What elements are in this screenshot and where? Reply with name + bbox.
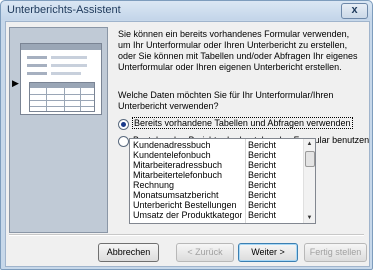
forms-reports-list[interactable]: Kundenadressbuch Bericht Kundentelefonbu… [129,138,316,224]
item-type: Bericht [248,190,277,200]
scroll-up-icon[interactable]: ▲ [304,139,315,149]
next-button[interactable]: Weiter > [238,243,298,262]
wizard-body: ▶ Sie können ein bereits vorhandenes For… [5,21,370,267]
item-name: Rechnung [133,180,175,190]
scroll-thumb[interactable] [305,151,315,167]
list-item[interactable]: Monatsumsatzbericht Bericht [130,190,304,200]
close-button[interactable]: x [341,3,368,19]
list-item[interactable]: Mitarbeiteradressbuch Bericht [130,160,304,170]
window-title: Unterberichts-Assistent [7,4,121,16]
item-name: Kundenadressbuch [133,140,211,150]
item-type: Bericht [248,170,277,180]
item-name: Umsatz der Produktkategorie [133,210,242,220]
vertical-scrollbar[interactable]: ▲ ▼ [303,139,315,223]
item-name: Unterbericht Bestellungen [133,200,237,210]
item-name: Mitarbeitertelefonbuch [133,170,223,180]
item-type: Bericht [248,180,277,190]
title-bar[interactable]: Unterberichts-Assistent x [1,1,372,20]
subform-preview-icon [20,43,102,115]
item-name: Mitarbeiteradressbuch [133,160,223,170]
question-text: Welche Daten möchten Sie für Ihr Unterfo… [118,90,334,111]
item-type: Bericht [248,200,277,210]
item-type: Bericht [248,210,277,220]
item-type: Bericht [248,160,277,170]
list-item[interactable]: Rechnung Bericht [130,180,304,190]
radio-button-selected[interactable] [118,119,129,130]
close-icon: x [351,4,358,16]
option-label: Bereits vorhandene Tabellen und Abfragen… [132,117,353,129]
cancel-button[interactable]: Abbrechen [98,243,159,262]
intro-text: Sie können ein bereits vorhandenes Formu… [118,29,358,72]
wizard-window: Unterberichts-Assistent x ▶ Sie können e… [0,0,373,270]
button-divider [9,234,364,236]
scroll-down-icon[interactable]: ▼ [304,213,315,223]
item-type: Bericht [248,140,277,150]
list-item[interactable]: Unterbericht Bestellungen Bericht [130,200,304,210]
pointer-arrow-icon: ▶ [12,78,19,88]
back-button[interactable]: < Zurück [176,243,234,262]
list-item[interactable]: Mitarbeitertelefonbuch Bericht [130,170,304,180]
item-type: Bericht [248,150,277,160]
list-item[interactable]: Kundenadressbuch Bericht [130,140,304,150]
radio-button[interactable] [118,136,129,147]
finish-button[interactable]: Fertig stellen [304,243,367,262]
list-item[interactable]: Kundentelefonbuch Bericht [130,150,304,160]
wizard-illustration: ▶ [9,27,108,233]
item-name: Monatsumsatzbericht [133,190,219,200]
item-name: Kundentelefonbuch [133,150,211,160]
list-item[interactable]: Umsatz der Produktkategorie Bericht [130,210,304,220]
